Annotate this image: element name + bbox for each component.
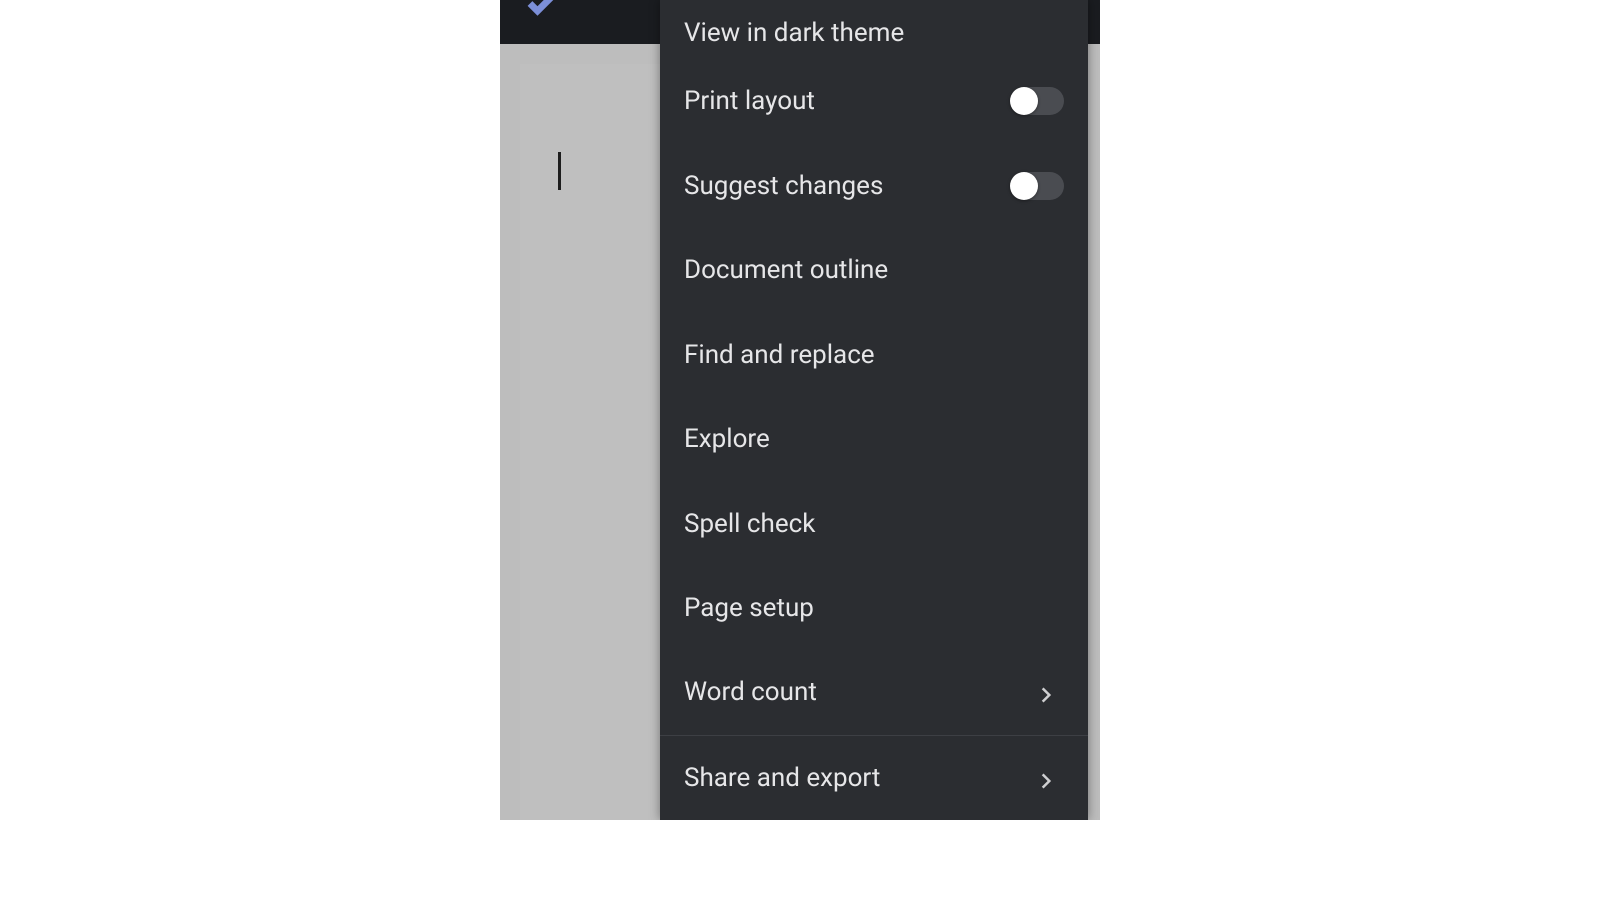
menu-item-document-outline[interactable]: Document outline: [660, 228, 1088, 312]
menu-item-print-layout[interactable]: Print layout: [660, 59, 1088, 143]
menu-item-label: Page setup: [684, 593, 814, 623]
menu-item-label: Word count: [684, 677, 817, 707]
menu-item-label: Share and export: [684, 763, 880, 793]
chevron-right-icon: [1036, 682, 1056, 702]
menu-item-suggest-changes[interactable]: Suggest changes: [660, 144, 1088, 228]
menu-item-spell-check[interactable]: Spell check: [660, 481, 1088, 565]
menu-item-label: Explore: [684, 424, 770, 454]
suggest-changes-toggle[interactable]: [1014, 172, 1064, 200]
menu-item-label: Suggest changes: [684, 171, 883, 201]
text-cursor: [558, 152, 561, 190]
menu-item-explore[interactable]: Explore: [660, 397, 1088, 481]
app-crop: View in dark theme Print layout Suggest …: [500, 0, 1100, 820]
menu-item-label: Find and replace: [684, 340, 875, 370]
menu-item-label: View in dark theme: [684, 18, 904, 48]
toggle-knob: [1010, 172, 1038, 200]
chevron-right-icon: [1036, 768, 1056, 788]
menu-item-label: Document outline: [684, 255, 888, 285]
menu-item-view-dark-theme[interactable]: View in dark theme: [660, 0, 1088, 59]
menu-item-word-count[interactable]: Word count: [660, 650, 1088, 734]
menu-item-label: Spell check: [684, 509, 815, 539]
done-icon[interactable]: [524, 0, 560, 20]
print-layout-toggle[interactable]: [1014, 87, 1064, 115]
toggle-knob: [1010, 87, 1038, 115]
menu-item-share-export[interactable]: Share and export: [660, 736, 1088, 820]
overflow-menu: View in dark theme Print layout Suggest …: [660, 0, 1088, 820]
menu-item-find-replace[interactable]: Find and replace: [660, 313, 1088, 397]
menu-item-page-setup[interactable]: Page setup: [660, 566, 1088, 650]
menu-item-label: Print layout: [684, 86, 815, 116]
